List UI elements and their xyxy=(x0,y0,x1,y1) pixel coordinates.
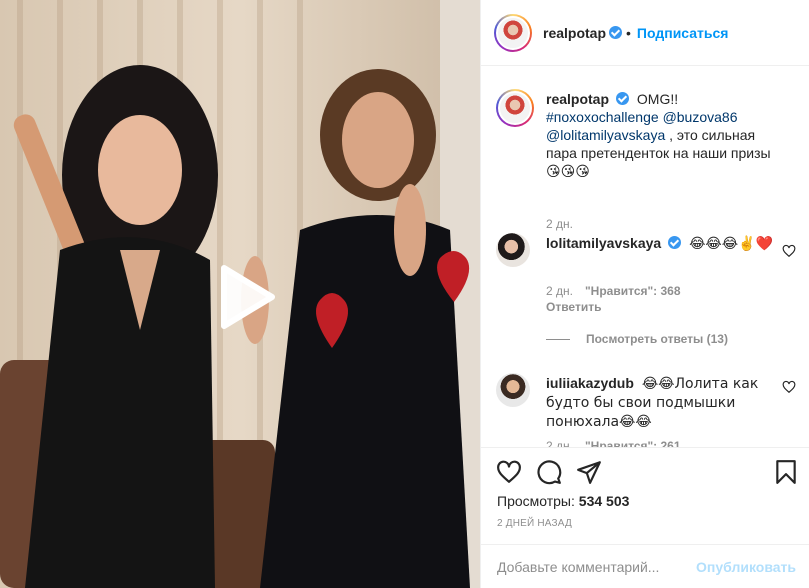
avatar[interactable] xyxy=(496,233,530,267)
comment-text: iuliiakazydub 😂😂Лолита как будто бы свои… xyxy=(546,374,781,431)
avatar[interactable] xyxy=(496,89,534,127)
verified-badge-icon xyxy=(616,92,630,105)
timestamp[interactable]: 2 дн. xyxy=(546,284,573,298)
post-actions: Просмотры: 534 503 2 ДНЕЙ НАЗАД Опублико… xyxy=(481,447,809,588)
caption-plain: OMG!! xyxy=(636,91,679,107)
caption-username[interactable]: realpotap xyxy=(546,91,609,107)
post-date[interactable]: 2 ДНЕЙ НАЗАД xyxy=(497,518,572,529)
verified-badge-icon xyxy=(668,236,682,249)
caption-time: 2 дн. xyxy=(546,217,573,231)
comment-like-icon[interactable] xyxy=(782,380,796,394)
comment-input[interactable] xyxy=(497,557,717,577)
heart-icon[interactable] xyxy=(496,459,522,485)
bookmark-icon[interactable] xyxy=(773,459,799,485)
comment: iuliiakazydub 😂😂Лолита как будто бы свои… xyxy=(496,373,796,447)
mention-link[interactable]: @lolitamilyavskaya xyxy=(546,127,665,143)
likes-count[interactable]: "Нравится": 368 xyxy=(585,284,681,298)
play-icon[interactable] xyxy=(210,262,280,332)
author-username[interactable]: realpotap xyxy=(543,25,606,41)
comment-meta: 2 дн. "Нравится": 368 xyxy=(546,284,681,298)
comment-username[interactable]: lolitamilyavskaya xyxy=(546,235,661,251)
avatar[interactable] xyxy=(494,13,532,52)
hashtag-link[interactable]: #поxoxochallenge xyxy=(546,109,659,125)
post-header: realpotap • Подписаться xyxy=(481,0,809,66)
post-video[interactable] xyxy=(0,0,480,588)
views-label: Просмотры: xyxy=(497,493,575,509)
reply-button[interactable]: Ответить xyxy=(546,300,601,314)
comments-list[interactable]: realpotap OMG!! #поxoxochallenge @buzova… xyxy=(481,67,809,447)
caption-text: realpotap OMG!! #поxoxochallenge @buzova… xyxy=(546,90,781,181)
views-value: 534 503 xyxy=(578,493,630,509)
post-sidebar: realpotap • Подписаться realpotap OMG!! … xyxy=(480,0,809,588)
follow-button[interactable]: Подписаться xyxy=(637,25,729,41)
separator: • xyxy=(626,24,631,41)
avatar[interactable] xyxy=(496,373,530,407)
comment-composer: Опубликовать xyxy=(481,544,809,588)
comment-meta: 2 дн. "Нравится": 261 xyxy=(546,439,681,447)
verified-badge-icon xyxy=(609,26,623,39)
comment: lolitamilyavskaya 😂😂😂✌️❤️ 2 дн. "Нравится… xyxy=(496,233,796,373)
post-comment-button[interactable]: Опубликовать xyxy=(696,559,796,575)
comment-like-icon[interactable] xyxy=(782,244,796,258)
timestamp[interactable]: 2 дн. xyxy=(546,217,573,231)
comment-body: 😂😂😂✌️❤️ xyxy=(689,236,774,252)
comment-icon[interactable] xyxy=(536,459,562,485)
views-count[interactable]: Просмотры: 534 503 xyxy=(497,493,629,509)
caption: realpotap OMG!! #поxoxochallenge @buzova… xyxy=(496,89,796,231)
view-replies-button[interactable]: Посмотреть ответы (13) xyxy=(546,332,728,346)
instagram-post-view: realpotap • Подписаться realpotap OMG!! … xyxy=(0,0,809,588)
caption-emojis: 😘😘😘 xyxy=(546,164,590,180)
comment-text: lolitamilyavskaya 😂😂😂✌️❤️ xyxy=(546,234,781,253)
mention-link[interactable]: @buzova86 xyxy=(663,109,738,125)
likes-count[interactable]: "Нравится": 261 xyxy=(585,439,681,447)
timestamp[interactable]: 2 дн. xyxy=(546,439,573,447)
share-icon[interactable] xyxy=(576,459,602,485)
comment-username[interactable]: iuliiakazydub xyxy=(546,375,634,391)
